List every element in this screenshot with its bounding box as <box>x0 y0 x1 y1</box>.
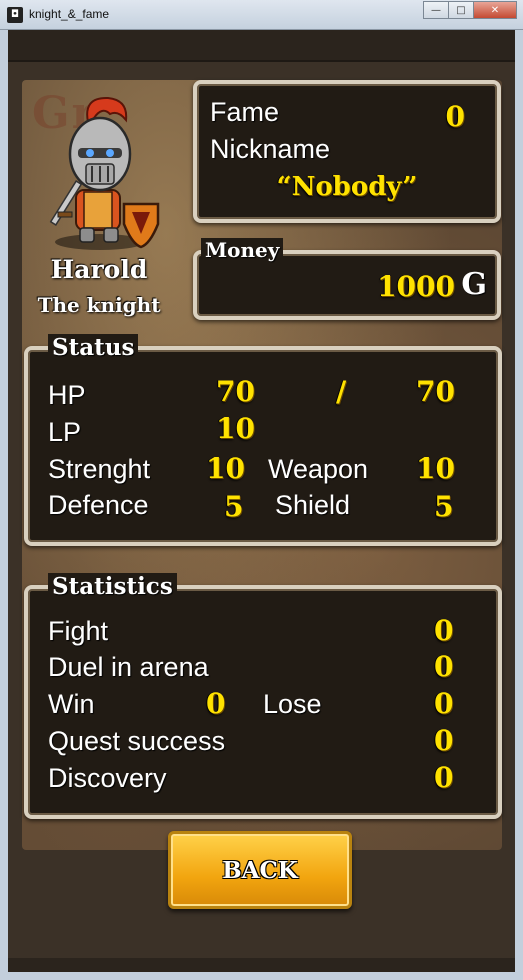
shield-value: 5 <box>434 490 454 523</box>
money-value: 1000 <box>377 270 455 303</box>
defence-label: Defence <box>48 490 149 520</box>
hp-separator: / <box>336 375 347 408</box>
strength-value: 10 <box>206 452 245 485</box>
game-bottom-bar <box>8 958 515 972</box>
statistics-title: Statistics <box>48 573 177 600</box>
lp-value: 10 <box>216 412 255 445</box>
fame-panel: Fame 0 Nickname “Nobody” <box>193 80 501 223</box>
hp-max-value: 70 <box>416 375 455 408</box>
hp-label: HP <box>48 380 86 410</box>
lp-label: LP <box>48 417 82 447</box>
fight-value: 0 <box>434 614 454 647</box>
discovery-value: 0 <box>434 761 454 794</box>
back-button-label: BACK <box>222 856 298 884</box>
lose-label: Lose <box>263 689 322 719</box>
window-controls: — □ ✕ <box>423 1 517 19</box>
game-screen: Gr Harold The knight Fame 0 Nickname “No… <box>8 30 515 972</box>
knight-avatar <box>49 96 160 250</box>
fight-label: Fight <box>48 616 109 646</box>
strength-label: Strenght <box>48 454 151 484</box>
quest-value: 0 <box>434 724 454 757</box>
nickname-label: Nickname <box>210 134 331 164</box>
gold-currency-icon: G <box>461 267 487 302</box>
window-frame-bottom <box>0 972 523 980</box>
status-panel: Status HP 70 / 70 LP 10 Strenght 10 Weap… <box>24 334 502 546</box>
win-label: Win <box>48 689 95 719</box>
fame-label: Fame <box>210 97 280 127</box>
status-title: Status <box>48 334 139 361</box>
window-frame-left <box>0 30 8 980</box>
quest-label: Quest success <box>48 726 226 756</box>
duel-label: Duel in arena <box>48 652 209 682</box>
window-frame-right <box>515 30 523 980</box>
lose-value: 0 <box>434 687 454 720</box>
weapon-value: 10 <box>416 452 455 485</box>
shield-label: Shield <box>275 490 351 520</box>
close-button[interactable]: ✕ <box>473 1 517 19</box>
statistics-panel: Statistics Fight 0 Duel in arena 0 Win 0… <box>24 573 502 819</box>
money-title: Money <box>201 238 284 262</box>
minimize-button[interactable]: — <box>423 1 449 19</box>
weapon-label: Weapon <box>268 454 369 484</box>
win-value: 0 <box>206 687 226 720</box>
hp-current-value: 70 <box>216 375 255 408</box>
duel-value: 0 <box>434 650 454 683</box>
window-title: knight_&_fame <box>29 7 110 21</box>
window-titlebar: ◘ knight_&_fame — □ ✕ <box>0 0 523 30</box>
defence-value: 5 <box>224 490 244 523</box>
app-icon: ◘ <box>7 7 23 23</box>
nickname-value: “Nobody” <box>276 172 418 202</box>
maximize-button[interactable]: □ <box>448 1 474 19</box>
fame-value: 0 <box>445 100 465 133</box>
discovery-label: Discovery <box>48 763 167 793</box>
back-button[interactable]: BACK <box>168 831 352 909</box>
hero-title: The knight <box>37 293 161 317</box>
game-top-bar <box>8 30 515 62</box>
money-panel: Money 1000 G <box>193 238 501 320</box>
hero-name: Harold <box>50 255 148 284</box>
